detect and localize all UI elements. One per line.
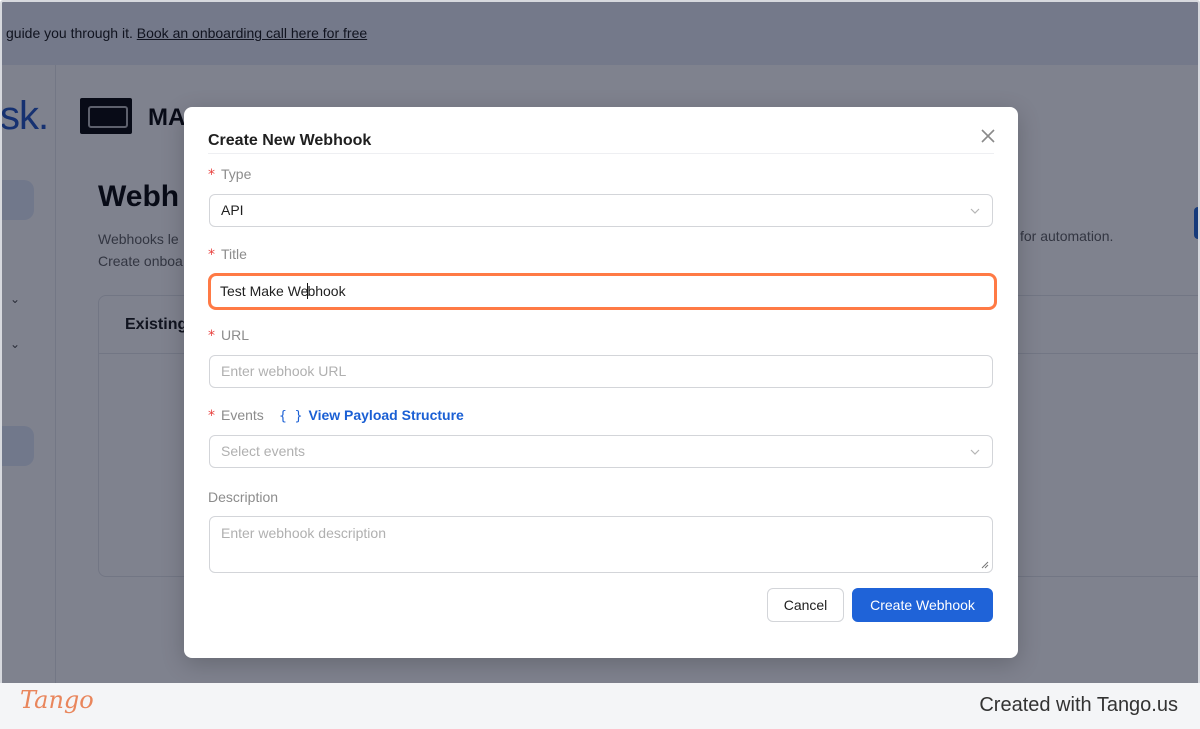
screenshot-frame: guide you through it. Book an onboarding… bbox=[0, 0, 1200, 683]
close-icon[interactable] bbox=[978, 126, 998, 146]
title-input-value-rest: bhook bbox=[307, 283, 346, 299]
type-label-text: Type bbox=[221, 166, 252, 182]
url-input[interactable]: Enter webhook URL bbox=[209, 355, 993, 388]
required-marker: * bbox=[208, 328, 215, 344]
view-payload-structure-link[interactable]: { } View Payload Structure bbox=[279, 407, 464, 424]
title-input[interactable]: Test Make Webhook bbox=[212, 277, 993, 306]
required-marker: * bbox=[208, 247, 215, 263]
events-label-text: Events bbox=[221, 407, 264, 423]
code-braces-icon: { } bbox=[279, 409, 303, 424]
divider bbox=[208, 153, 994, 154]
required-marker: * bbox=[208, 408, 215, 424]
description-placeholder: Enter webhook description bbox=[221, 525, 386, 541]
tango-credit: Created with Tango.us bbox=[979, 694, 1178, 716]
title-label: * Title bbox=[208, 246, 247, 263]
description-textarea[interactable]: Enter webhook description bbox=[209, 516, 993, 573]
required-marker: * bbox=[208, 167, 215, 183]
events-select[interactable]: Select events bbox=[209, 435, 993, 468]
url-label: * URL bbox=[208, 327, 249, 344]
url-label-text: URL bbox=[221, 327, 250, 343]
events-select-placeholder: Select events bbox=[221, 443, 306, 459]
chevron-down-icon bbox=[970, 449, 980, 455]
tango-logo: Tango bbox=[20, 686, 94, 714]
type-select-value: API bbox=[221, 202, 244, 218]
payload-link-text: View Payload Structure bbox=[308, 407, 464, 423]
title-input-value: Test Make We bbox=[220, 283, 309, 299]
type-select[interactable]: API bbox=[209, 194, 993, 227]
create-webhook-button[interactable]: Create Webhook bbox=[852, 588, 993, 622]
events-label: * Events bbox=[208, 407, 264, 424]
chevron-down-icon bbox=[970, 208, 980, 214]
url-input-placeholder: Enter webhook URL bbox=[221, 363, 347, 379]
type-label: * Type bbox=[208, 166, 251, 183]
description-label: Description bbox=[208, 489, 279, 505]
resize-handle-icon[interactable] bbox=[980, 560, 989, 569]
create-webhook-modal: Create New Webhook * Type API * Title Test… bbox=[184, 107, 1018, 658]
title-label-text: Title bbox=[221, 246, 247, 262]
modal-title: Create New Webhook bbox=[208, 132, 372, 149]
cancel-button[interactable]: Cancel bbox=[767, 588, 844, 622]
